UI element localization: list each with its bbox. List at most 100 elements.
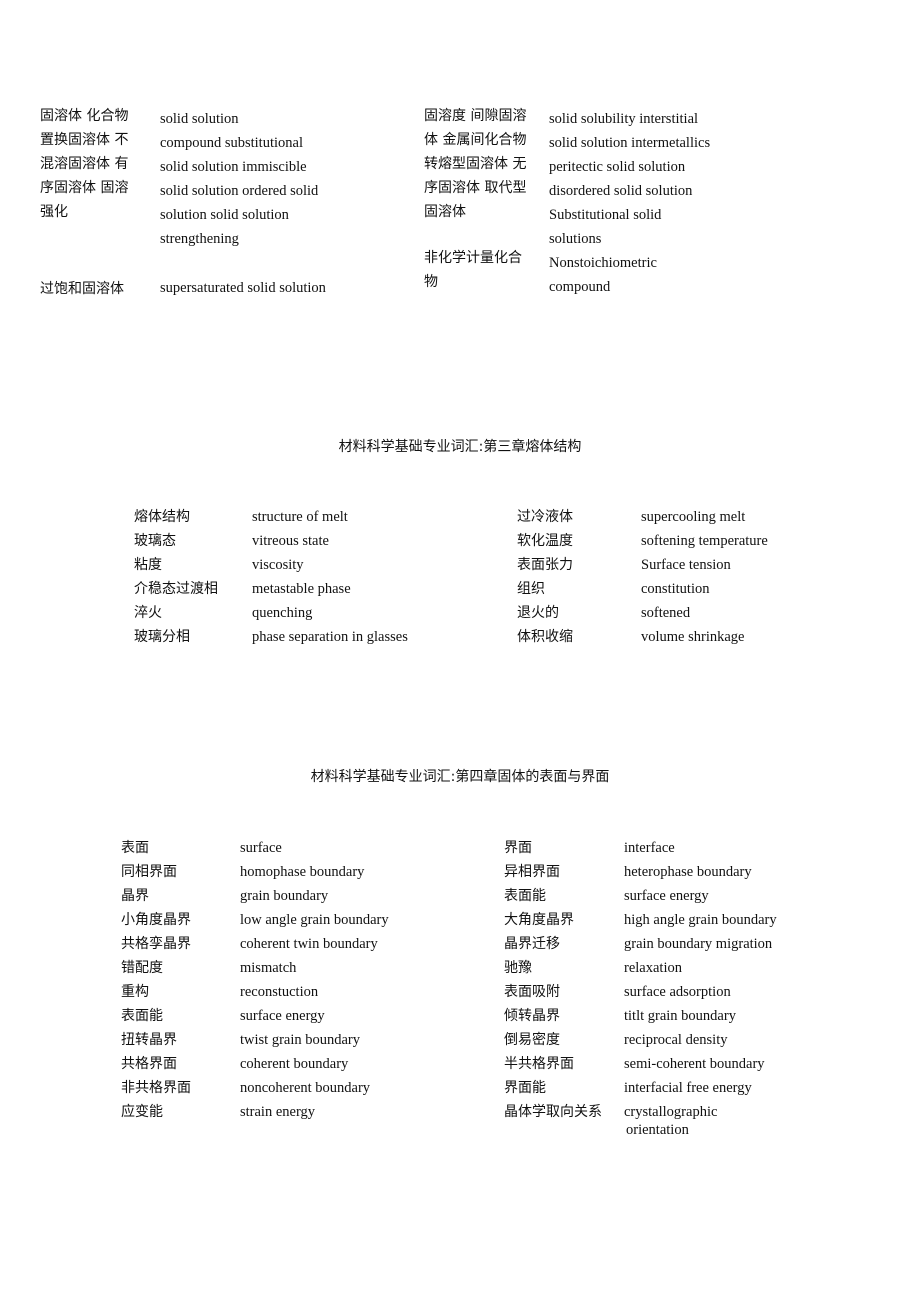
- term-zh: 介稳态过渡相: [134, 581, 218, 597]
- term-zh: 共格界面: [121, 1056, 177, 1072]
- term-zh: 过饱和固溶体: [40, 281, 124, 297]
- term-zh: 半共格界面: [504, 1056, 574, 1072]
- term-en: surface adsorption: [624, 984, 731, 1000]
- term-zh: 序固溶体 取代型: [424, 180, 527, 196]
- term-en: surface: [240, 840, 282, 856]
- term-en: constitution: [641, 581, 710, 597]
- term-zh: 倾转晶界: [504, 1008, 560, 1024]
- term-en: twist grain boundary: [240, 1032, 361, 1048]
- term-en: strengthening: [160, 231, 239, 247]
- term-zh: 淬火: [134, 605, 162, 621]
- term-zh: 固溶体 化合物: [40, 108, 129, 124]
- term-zh: 玻璃分相: [134, 629, 190, 645]
- term-en: compound: [549, 279, 611, 295]
- term-en: solid solubility interstitial: [549, 111, 699, 127]
- term-en-continued: orientation: [626, 1122, 689, 1138]
- term-zh: 退火的: [517, 605, 559, 621]
- term-zh: 粘度: [134, 557, 162, 573]
- term-zh: 序固溶体 固溶: [40, 180, 129, 196]
- term-en: Surface tension: [641, 557, 731, 573]
- term-en: viscosity: [252, 557, 304, 573]
- term-en: coherent boundary: [240, 1056, 349, 1072]
- section-title-chapter4: 材料科学基础专业词汇:第四章固体的表面与界面: [310, 769, 610, 785]
- term-zh: 异相界面: [504, 864, 560, 880]
- term-zh: 大角度晶界: [504, 912, 574, 928]
- term-en: reconstuction: [240, 984, 319, 1000]
- term-en: solid solution intermetallics: [549, 135, 711, 151]
- term-zh: 晶界迁移: [504, 936, 560, 952]
- term-en: reciprocal density: [624, 1032, 728, 1048]
- term-zh: 扭转晶界: [121, 1032, 177, 1048]
- term-en: grain boundary: [240, 888, 329, 904]
- term-en: solid solution: [160, 111, 239, 127]
- term-zh: 非化学计量化合: [424, 250, 522, 266]
- term-en: peritectic solid solution: [549, 159, 686, 175]
- term-zh: 混溶固溶体 有: [40, 156, 129, 172]
- term-zh: 非共格界面: [121, 1080, 191, 1096]
- term-en: strain energy: [240, 1104, 316, 1120]
- term-en: homophase boundary: [240, 864, 365, 880]
- term-en: compound substitutional: [160, 135, 303, 151]
- term-zh: 置换固溶体 不: [40, 132, 129, 148]
- term-zh: 晶体学取向关系: [504, 1104, 602, 1120]
- s2-right-zh: 固溶度 间隙固溶 体 金属间化合物 转熔型固溶体 无 序固溶体 取代型 固溶体: [424, 104, 526, 224]
- term-en: crystallographic: [624, 1104, 718, 1120]
- term-en: solid solution immiscible: [160, 159, 307, 175]
- term-en: surface energy: [624, 888, 709, 904]
- term-en: solution solid solution: [160, 207, 289, 223]
- term-zh: 错配度: [121, 960, 163, 976]
- s2-left-zh: 固溶体 化合物 置换固溶体 不 混溶固溶体 有 序固溶体 固溶 强化: [40, 104, 128, 224]
- term-zh: 共格孪晶界: [121, 936, 191, 952]
- term-zh: 表面能: [504, 888, 546, 904]
- term-en: noncoherent boundary: [240, 1080, 371, 1096]
- term-zh: 过冷液体: [517, 509, 573, 525]
- term-en: metastable phase: [252, 581, 351, 597]
- term-zh: 倒易密度: [504, 1032, 560, 1048]
- term-en: softened: [641, 605, 691, 621]
- term-zh: 体 金属间化合物: [424, 132, 527, 148]
- s2-left-en: solid solution compound substitutional s…: [160, 107, 318, 251]
- term-en: vitreous state: [252, 533, 329, 549]
- term-zh: 应变能: [121, 1104, 163, 1120]
- term-en: semi-coherent boundary: [624, 1056, 765, 1072]
- term-en: low angle grain boundary: [240, 912, 389, 928]
- term-en: disordered solid solution: [549, 183, 693, 199]
- term-en: titlt grain boundary: [624, 1008, 736, 1024]
- term-zh: 转熔型固溶体 无: [424, 156, 527, 172]
- term-zh: 组织: [517, 581, 545, 597]
- term-en: surface energy: [240, 1008, 325, 1024]
- term-en: interfacial free energy: [624, 1080, 752, 1096]
- term-zh: 同相界面: [121, 864, 177, 880]
- term-zh: 强化: [40, 204, 68, 220]
- term-zh: 熔体结构: [134, 509, 190, 525]
- term-zh: 表面吸附: [504, 984, 560, 1000]
- term-en: phase separation in glasses: [252, 629, 408, 645]
- term-en: supercooling melt: [641, 509, 746, 525]
- term-en: softening temperature: [641, 533, 768, 549]
- term-en: Substitutional solid: [549, 207, 662, 223]
- term-en: heterophase boundary: [624, 864, 752, 880]
- term-en: solid solution ordered solid: [160, 183, 319, 199]
- term-zh: 物: [424, 274, 438, 290]
- term-zh: 玻璃态: [134, 533, 176, 549]
- term-en: supersaturated solid solution: [160, 280, 326, 296]
- term-en: interface: [624, 840, 675, 856]
- term-en: solutions: [549, 231, 602, 247]
- term-zh: 小角度晶界: [121, 912, 191, 928]
- s2-right-en: solid solubility interstitial solid solu…: [549, 107, 710, 299]
- section-title-chapter3: 材料科学基础专业词汇:第三章熔体结构: [338, 439, 582, 455]
- term-en: relaxation: [624, 960, 682, 976]
- term-zh: 表面张力: [517, 557, 573, 573]
- term-en: mismatch: [240, 960, 297, 976]
- term-en: Nonstoichiometric: [549, 255, 657, 271]
- term-en: grain boundary migration: [624, 936, 773, 952]
- term-zh: 表面能: [121, 1008, 163, 1024]
- s2-right-zh-extra: 非化学计量化合 物: [424, 246, 522, 294]
- term-en: quenching: [252, 605, 313, 621]
- term-zh: 界面能: [504, 1080, 546, 1096]
- term-en: high angle grain boundary: [624, 912, 777, 928]
- term-zh: 体积收缩: [517, 629, 573, 645]
- term-zh: 驰豫: [504, 960, 532, 976]
- term-zh: 重构: [121, 984, 149, 1000]
- term-en: volume shrinkage: [641, 629, 745, 645]
